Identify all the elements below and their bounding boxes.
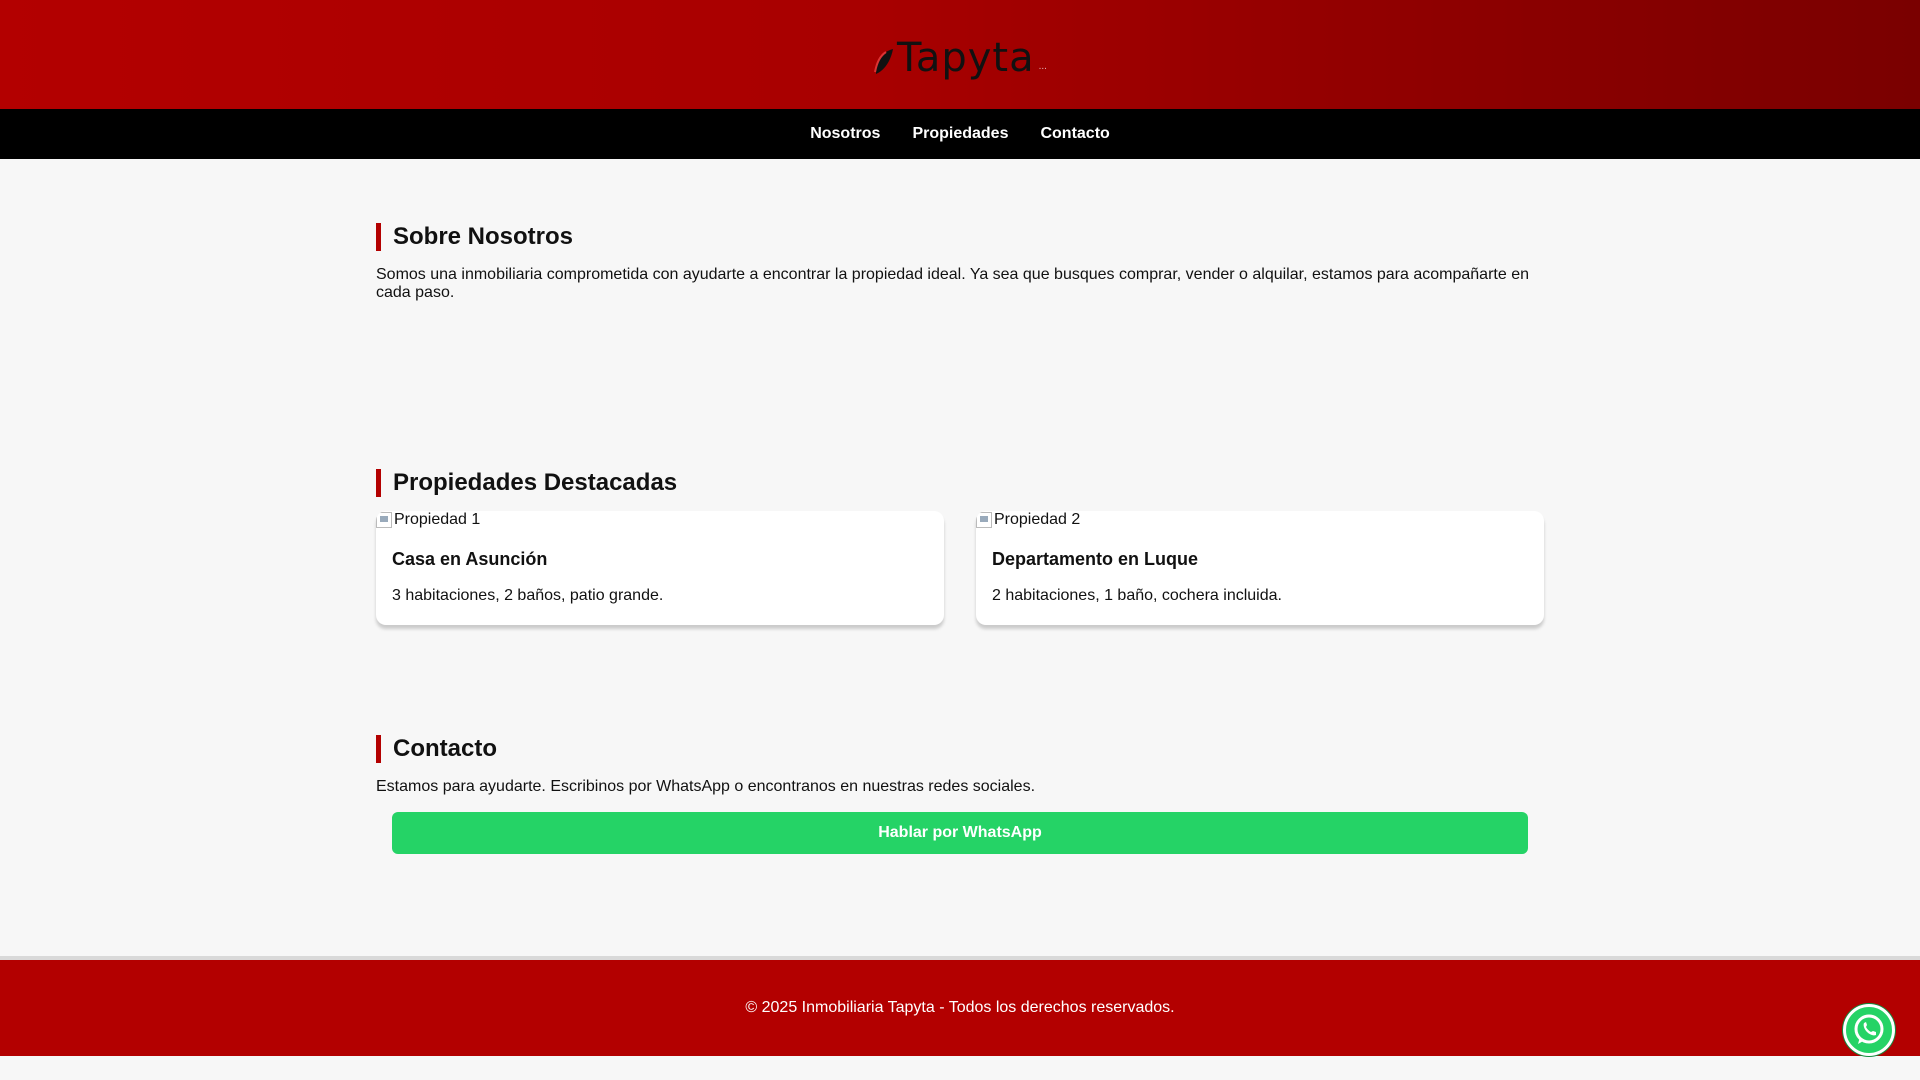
property-description: 2 habitaciones, 1 baño, cochera incluida… bbox=[992, 587, 1282, 604]
brand-name: Tapyta bbox=[897, 34, 1035, 81]
logo-dots: ... bbox=[1038, 60, 1047, 72]
property-image-alt: Propiedad 2 bbox=[994, 511, 1081, 528]
property-title: Departamento en Luque bbox=[992, 549, 1199, 569]
whatsapp-button[interactable]: Hablar por WhatsApp bbox=[392, 812, 1528, 854]
site-header: Tapyta ... bbox=[0, 0, 1920, 109]
properties-title: Propiedades Destacadas bbox=[376, 469, 1544, 497]
about-title: Sobre Nosotros bbox=[376, 223, 1544, 251]
contact-text: Estamos para ayudarte. Escribinos por Wh… bbox=[376, 778, 1036, 795]
about-section: Sobre Nosotros Somos una inmobiliaria co… bbox=[376, 159, 1544, 469]
contact-section: Contacto Estamos para ayudarte. Escribin… bbox=[376, 625, 1544, 854]
property-image: Propiedad 2 bbox=[976, 511, 1544, 529]
property-card[interactable]: Propiedad 1 Casa en Asunción 3 habitacio… bbox=[376, 511, 944, 625]
broken-image-icon bbox=[376, 512, 392, 528]
whatsapp-floating-button[interactable] bbox=[1843, 1004, 1895, 1056]
property-cards: Propiedad 1 Casa en Asunción 3 habitacio… bbox=[376, 511, 1544, 625]
brand-logo[interactable]: Tapyta ... bbox=[873, 30, 1047, 80]
properties-section: Propiedades Destacadas Propiedad 1 Casa … bbox=[376, 469, 1544, 625]
nav-item-propiedades[interactable]: Propiedades bbox=[912, 125, 1008, 143]
broken-image-icon bbox=[976, 512, 992, 528]
property-image: Propiedad 1 bbox=[376, 511, 944, 529]
property-card[interactable]: Propiedad 2 Departamento en Luque 2 habi… bbox=[976, 511, 1544, 625]
site-footer: © 2025 Inmobiliaria Tapyta - Todos los d… bbox=[0, 956, 1920, 1056]
nav-item-nosotros[interactable]: Nosotros bbox=[810, 125, 880, 143]
nav-item-contacto[interactable]: Contacto bbox=[1040, 125, 1109, 143]
property-title: Casa en Asunción bbox=[392, 549, 548, 569]
property-description: 3 habitaciones, 2 baños, patio grande. bbox=[392, 587, 664, 604]
contact-title: Contacto bbox=[376, 735, 1544, 763]
whatsapp-icon bbox=[1854, 1014, 1884, 1044]
property-image-alt: Propiedad 1 bbox=[394, 511, 481, 528]
main-nav: Nosotros Propiedades Contacto bbox=[0, 109, 1920, 159]
footer-text: © 2025 Inmobiliaria Tapyta - Todos los d… bbox=[745, 999, 1175, 1016]
about-text: Somos una inmobiliaria comprometida con … bbox=[376, 266, 1529, 301]
logo-leaf-icon bbox=[874, 48, 894, 74]
